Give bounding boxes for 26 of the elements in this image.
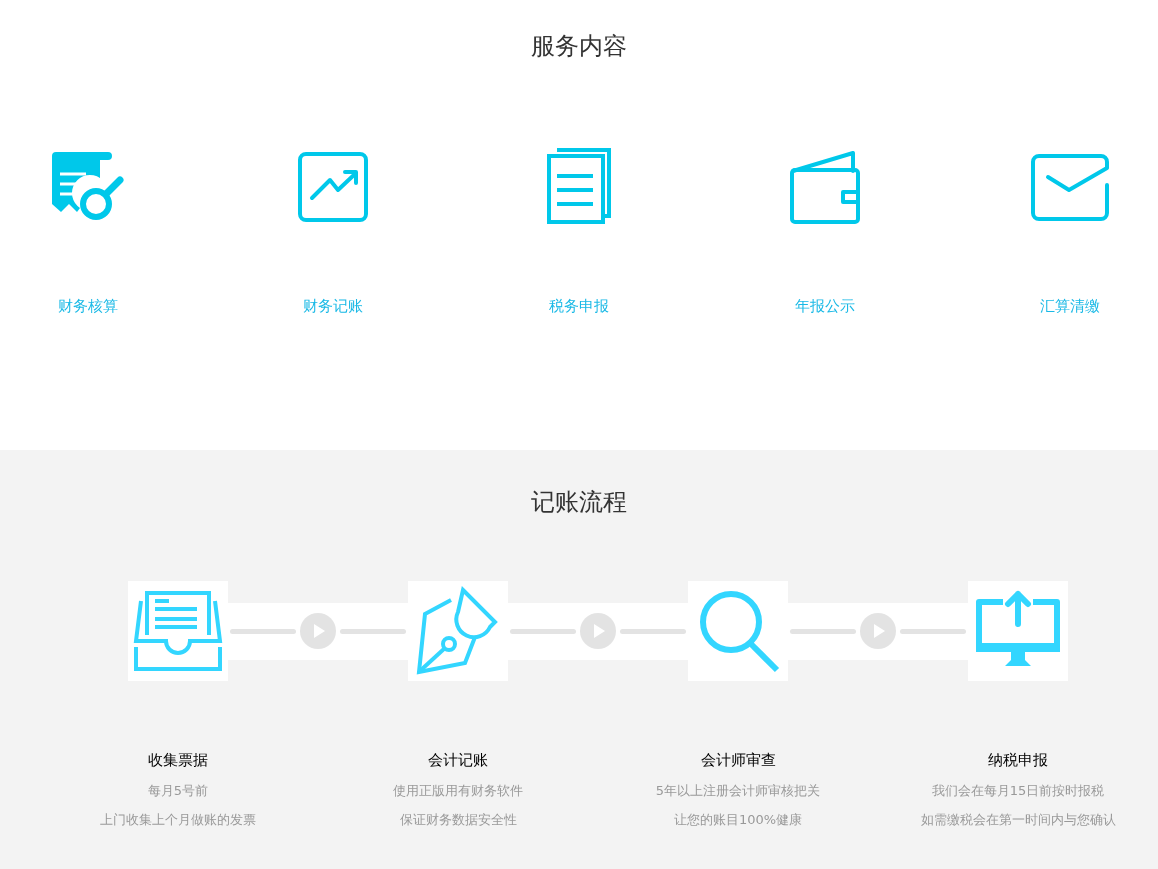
step-description: 让您的账目100%健康 (673, 811, 803, 829)
section-title: 记账流程 (530, 487, 628, 518)
service-link[interactable]: 财务核算 (57, 296, 118, 316)
step-title: 纳税申报 (988, 750, 1048, 771)
service-link[interactable]: 财务记账 (303, 296, 364, 316)
envelope-icon (1029, 152, 1112, 222)
play-icon (860, 613, 896, 649)
play-icon (580, 613, 616, 649)
service-link[interactable]: 年报公示 (794, 296, 855, 316)
trend-chart-icon (297, 151, 370, 223)
service-link[interactable]: 汇算清缴 (1040, 296, 1101, 316)
step-description: 每月5号前 (147, 782, 209, 800)
step-description: 我们会在每月15日前按时报税 (931, 782, 1105, 800)
step-description: 保证财务数据安全性 (399, 811, 517, 829)
document-stack-icon (545, 148, 613, 226)
section-title: 服务内容 (530, 31, 628, 62)
service-link[interactable]: 税务申报 (549, 296, 609, 316)
step-description: 5年以上注册会计师审核把关 (655, 782, 821, 800)
play-icon (300, 613, 336, 649)
wallet-icon (788, 149, 861, 225)
step-title: 会计记账 (428, 750, 488, 771)
inbox-tray-icon (133, 591, 223, 671)
step-title: 会计师审查 (700, 750, 776, 771)
step-title: 收集票据 (148, 750, 208, 771)
step-description: 使用正版用有财务软件 (393, 782, 523, 800)
step-description: 上门收集上个月做账的发票 (100, 811, 256, 829)
